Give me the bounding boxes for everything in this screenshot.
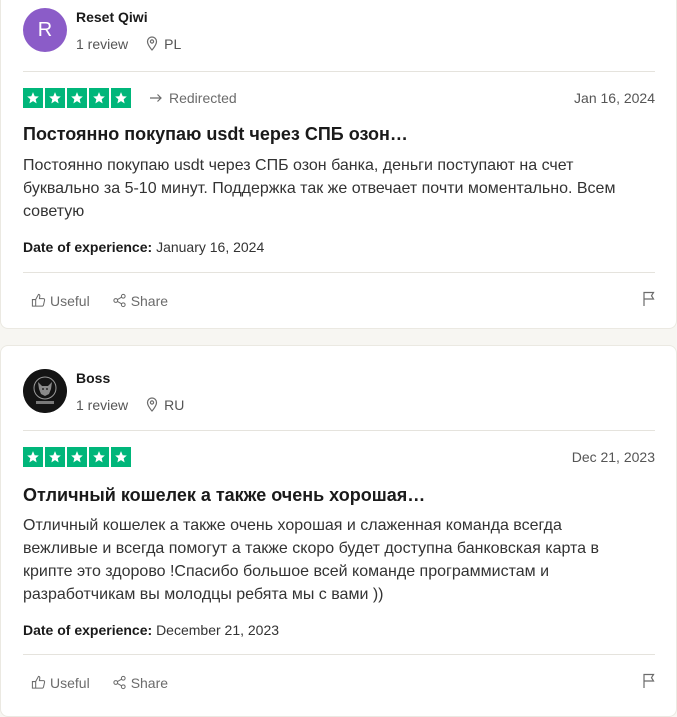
doe-label: Date of experience: [23,239,153,255]
date-of-experience: Date of experience: December 21, 2023 [23,622,279,638]
divider [23,430,655,431]
share-icon [113,675,126,690]
reviewer-header[interactable]: Boss 1 review RU [23,369,184,413]
share-label: Share [130,674,169,691]
review-body-line: буквально за 5-10 минут. Поддержка так ж… [23,180,616,197]
divider [23,272,655,273]
redirected-text: Redirected [169,90,237,106]
flag-icon [643,291,655,306]
star-rating [23,88,131,108]
divider [23,71,655,72]
reviewer-header[interactable]: R Reset Qiwi 1 review PL [23,8,181,52]
flag-icon [643,673,655,688]
useful-button[interactable]: Useful [31,675,90,691]
star-icon [89,88,109,108]
redirected-label[interactable]: Redirected [149,90,237,106]
share-label: Share [130,292,169,309]
report-flag-button[interactable] [642,673,656,692]
thumbs-up-icon [31,293,46,307]
useful-button[interactable]: Useful [31,293,90,309]
review-count: 1 review [76,35,129,52]
review-actions: Useful Share [31,291,656,310]
doe-label: Date of experience: [23,622,153,638]
review-date: Jan 16, 2024 [574,90,655,106]
review-body-line: Отличный кошелек а также очень хорошая и… [23,517,562,534]
share-button[interactable]: Share [112,675,168,691]
review-date: Dec 21, 2023 [571,449,655,465]
report-flag-button[interactable] [642,291,656,310]
star-icon [23,88,43,108]
star-icon [111,447,131,467]
review-body-line: советую [23,203,85,220]
review-body-line: разработчикам вы молодцы ребята мы с вам… [23,586,384,603]
review-card: R Reset Qiwi 1 review PL Redirected Jan … [0,0,677,329]
review-title[interactable]: Постоянно покупаю usdt через СПБ озон… [23,124,408,145]
share-icon [113,293,126,308]
avatar[interactable]: R [23,8,67,52]
review-card: Boss 1 review RU Dec 21, 2023 Отличный к… [0,345,677,717]
share-button[interactable]: Share [112,293,168,309]
rating-row: Dec 21, 2023 [23,447,655,467]
review-body: Отличный кошелек а также очень хорошая и… [23,514,638,606]
review-body-line: крипте это здорово !Спасибо большое всей… [23,563,549,580]
redirect-arrow-icon [150,94,162,102]
review-count: 1 review [76,396,129,413]
location: RU [146,397,184,413]
wolf-logo-icon [23,369,67,413]
reviewer-name[interactable]: Reset Qiwi [76,9,181,25]
useful-label: Useful [50,292,90,309]
date-of-experience: Date of experience: January 16, 2024 [23,239,264,255]
review-body-line: вежливые и всегда помогут а также скоро … [23,540,600,557]
country-code: PL [164,35,182,52]
star-icon [45,88,65,108]
review-body: Постоянно покупаю usdt через СПБ озон ба… [23,154,638,223]
star-icon [23,447,43,467]
star-icon [67,447,87,467]
star-icon [111,88,131,108]
star-icon [45,447,65,467]
divider [23,654,655,655]
reviewer-name[interactable]: Boss [76,370,184,386]
location-pin-icon [147,36,158,51]
star-rating [23,447,131,467]
location-pin-icon [147,397,158,412]
location: PL [146,36,181,52]
useful-label: Useful [50,674,90,691]
doe-value: January 16, 2024 [156,239,265,255]
star-icon [89,447,109,467]
rating-row: Redirected Jan 16, 2024 [23,88,655,108]
star-icon [67,88,87,108]
thumbs-up-icon [31,675,46,689]
review-actions: Useful Share [31,673,656,692]
avatar[interactable] [23,369,67,413]
doe-value: December 21, 2023 [156,622,280,638]
review-title[interactable]: Отличный кошелек а также очень хорошая… [23,485,425,506]
review-body-line: Постоянно покупаю usdt через СПБ озон ба… [23,157,574,174]
country-code: RU [164,396,185,413]
